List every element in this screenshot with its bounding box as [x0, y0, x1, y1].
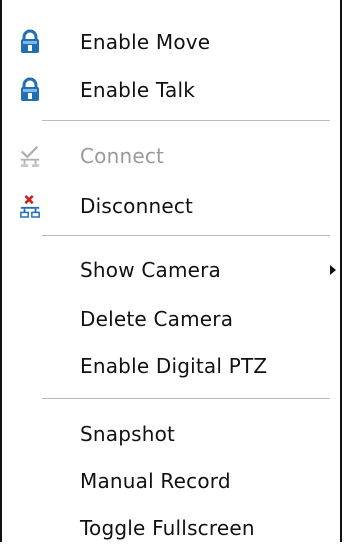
- menu-item-label: Show Camera: [80, 258, 222, 282]
- menu-item-label: Snapshot: [80, 422, 176, 446]
- menu-separator: [42, 235, 330, 236]
- menu-item-label: Toggle Fullscreen: [80, 516, 255, 540]
- menu-item-label: Enable Move: [80, 30, 211, 54]
- menu-item-label: Enable Digital PTZ: [80, 354, 268, 378]
- menu-item-label: Delete Camera: [80, 307, 234, 331]
- menu-item-label: Connect: [80, 144, 165, 168]
- disconnect-icon: [20, 195, 40, 218]
- menu-item-label: Enable Talk: [80, 78, 195, 102]
- menu-item-manual-record[interactable]: Manual Record: [2, 461, 338, 501]
- lock-icon: [21, 29, 39, 53]
- menu-item-disconnect[interactable]: Disconnect: [2, 186, 338, 226]
- menu-item-enable-talk[interactable]: Enable Talk: [2, 70, 338, 110]
- menu-separator: [42, 120, 330, 121]
- connect-icon: [20, 146, 40, 167]
- menu-item-label: Manual Record: [80, 469, 231, 493]
- menu-item-connect[interactable]: Connect: [2, 136, 338, 176]
- menu-item-toggle-fullscreen[interactable]: Toggle Fullscreen: [2, 508, 338, 548]
- lock-icon: [21, 77, 39, 101]
- menu-item-delete-camera[interactable]: Delete Camera: [2, 299, 338, 339]
- context-menu: Enable Move Enable Talk Connect Disconne…: [0, 0, 342, 542]
- menu-item-enable-move[interactable]: Enable Move: [2, 22, 338, 62]
- submenu-arrow-icon: [330, 265, 336, 275]
- menu-separator: [42, 398, 330, 399]
- menu-item-label: Disconnect: [80, 194, 194, 218]
- menu-item-enable-digital-ptz[interactable]: Enable Digital PTZ: [2, 346, 338, 386]
- menu-item-snapshot[interactable]: Snapshot: [2, 414, 338, 454]
- menu-item-show-camera[interactable]: Show Camera: [2, 250, 338, 290]
